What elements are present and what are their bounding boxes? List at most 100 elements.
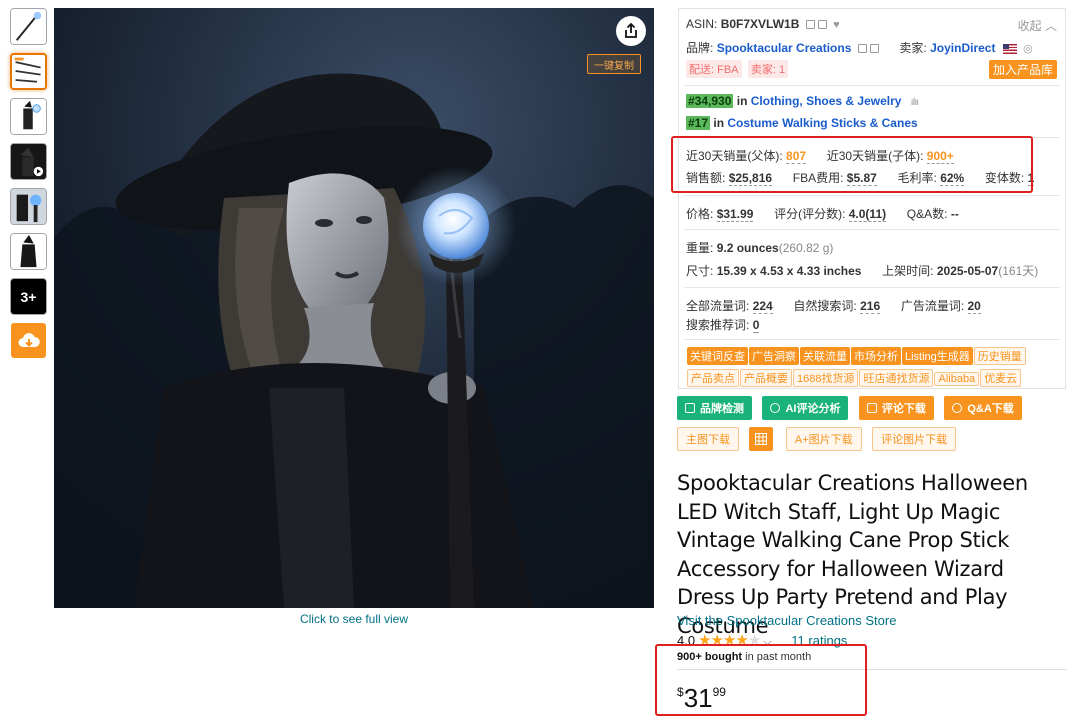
thumb-staff-parts[interactable]	[10, 53, 47, 90]
dimensions-row: 尺寸: 15.39 x 4.53 x 4.33 inches 上架时间: 202…	[686, 262, 1038, 279]
heart-icon[interactable]: ♥	[833, 19, 840, 31]
listed-value: 2025-05-07	[936, 264, 999, 278]
recommend-row: 搜索推荐词: 0	[686, 316, 760, 333]
price-rating-row: 价格: $31.99 评分(评分数): 4.0(11) Q&A数: --	[686, 205, 959, 222]
brand-check-label: 品牌检测	[700, 403, 744, 415]
tool-tag[interactable]: 广告洞察	[749, 347, 799, 365]
qa-label: Q&A数:	[906, 207, 948, 221]
seller-label: 卖家:	[899, 41, 927, 55]
ad-value[interactable]: 20	[967, 299, 981, 314]
main-image-download-button[interactable]: 主图下载	[677, 427, 739, 451]
brand-link[interactable]: Spooktacular Creations	[717, 41, 852, 55]
seller-tool-panel: ASIN: B0F7XVLW1B ♥ 收起 ︿ 品牌: Spooktacular…	[678, 8, 1066, 389]
traffic-all-value[interactable]: 224	[752, 299, 773, 314]
tool-tag[interactable]: 优麦云	[980, 369, 1022, 387]
qa-download-button[interactable]: Q&A下载	[944, 396, 1022, 420]
copy-icon[interactable]	[857, 44, 867, 54]
full-view-link[interactable]: Click to see full view	[54, 612, 654, 626]
share-icon	[625, 22, 637, 38]
brand-label: 品牌:	[686, 41, 714, 55]
copy-image-button[interactable]: 一键复制	[587, 54, 641, 74]
us-flag-icon	[1002, 43, 1017, 54]
tool-tag[interactable]: 产品卖点	[687, 369, 739, 387]
chevron-up-icon: ︿	[1044, 19, 1057, 33]
price-value: $31.99	[716, 207, 754, 222]
price-label: 价格:	[686, 207, 714, 221]
tool-tag[interactable]: 历史销量	[973, 347, 1026, 365]
rank-row-main: #34,930 in Clothing, Shoes & Jewelry ılı…	[686, 94, 919, 108]
pie-chart-icon	[770, 403, 781, 413]
copy-icon[interactable]	[817, 20, 827, 30]
add-to-library-button[interactable]: 加入产品库	[988, 60, 1057, 79]
main-product-image[interactable]: 一键复制	[54, 8, 654, 608]
asin-value: B0F7XVLW1B	[720, 17, 800, 31]
asin-label: ASIN:	[686, 17, 718, 31]
question-icon	[952, 403, 963, 413]
category-link[interactable]: Clothing, Shoes & Jewelry	[751, 94, 902, 108]
rating-value: 4.0(11)	[848, 207, 887, 222]
tool-tag[interactable]: Listing生成器	[902, 347, 973, 365]
subcategory-link[interactable]: Costume Walking Sticks & Canes	[727, 116, 917, 130]
asin-row: ASIN: B0F7XVLW1B ♥	[686, 17, 840, 31]
thumb-more[interactable]: 3+	[10, 278, 47, 315]
qa-download-label: Q&A下载	[967, 403, 1014, 415]
highlight-box-sales	[671, 136, 1033, 193]
calculator-button[interactable]	[749, 427, 774, 451]
thumb-video[interactable]	[10, 143, 47, 180]
organic-label: 自然搜索词:	[793, 299, 857, 313]
listed-label: 上架时间:	[882, 264, 934, 278]
weight-grams: (260.82 g)	[778, 241, 834, 255]
thumb-witch-costume[interactable]	[10, 98, 47, 135]
thumb-witch-full[interactable]	[10, 233, 47, 270]
traffic-all-label: 全部流量词:	[686, 299, 750, 313]
external-link-icon[interactable]	[869, 44, 879, 54]
organic-value[interactable]: 216	[860, 299, 881, 314]
recommend-value[interactable]: 0	[752, 318, 760, 333]
collapse-toggle[interactable]: 收起 ︿	[1018, 17, 1057, 34]
calculator-icon	[755, 433, 768, 445]
qa-value: --	[950, 207, 959, 221]
rank-badge: #17	[686, 116, 711, 130]
weight-value: 9.2 ounces	[716, 241, 779, 255]
tool-tag[interactable]: 市场分析	[851, 347, 901, 365]
tool-tags: 关键词反查 广告洞察 关联流量 市场分析 Listing生成器 历史销量产品卖点 产品概要 1…	[687, 347, 1062, 391]
dims-label: 尺寸:	[686, 264, 714, 278]
review-download-button[interactable]: 评论下载	[858, 396, 934, 420]
ai-review-label: AI评论分析	[785, 403, 841, 415]
thumb-staff-orb[interactable]	[10, 188, 47, 225]
listed-days: (161天)	[998, 264, 1039, 278]
tool-tag[interactable]: 产品概要	[740, 369, 792, 387]
weight-label: 重量:	[686, 241, 714, 255]
aplus-download-button[interactable]: A+图片下载	[785, 427, 862, 451]
collapse-label: 收起	[1017, 19, 1042, 33]
tool-tag[interactable]: Alibaba	[934, 372, 980, 386]
ai-review-button[interactable]: AI评论分析	[762, 396, 849, 420]
brand-check-button[interactable]: 品牌检测	[677, 396, 752, 420]
seller-link[interactable]: JoyinDirect	[930, 41, 995, 55]
bar-chart-icon[interactable]: ılıı	[911, 97, 919, 108]
review-image-download-button[interactable]: 评论图片下载	[872, 427, 957, 451]
download-images-button[interactable]	[11, 323, 46, 358]
dims-value: 15.39 x 4.53 x 4.33 inches	[716, 264, 862, 278]
ad-label: 广告流量词:	[900, 299, 965, 313]
share-button[interactable]	[616, 16, 646, 46]
tool-tag[interactable]: 旺店通找货源	[859, 369, 934, 387]
fulfillment-tags: 配送: FBA 卖家: 1	[686, 60, 791, 78]
recommend-label: 搜索推荐词:	[686, 318, 750, 332]
location-icon: ◎	[1023, 43, 1033, 55]
tool-tag[interactable]: 关联流量	[800, 347, 850, 365]
thumbnail-strip: 3+	[10, 8, 47, 358]
thumb-staff-product[interactable]	[10, 8, 47, 45]
square-icon	[685, 403, 695, 413]
highlight-box-price	[655, 644, 867, 716]
action-row-1: 品牌检测 AI评论分析 评论下载 Q&A下载	[677, 396, 1028, 420]
copy-icon[interactable]	[805, 20, 815, 30]
tool-tag[interactable]: 关键词反查	[687, 347, 748, 365]
rank-in-label: in	[713, 116, 725, 130]
weight-row: 重量: 9.2 ounces(260.82 g)	[686, 239, 833, 256]
store-link[interactable]: Visit the Spooktacular Creations Store	[677, 613, 896, 628]
rank-row-sub: #17 in Costume Walking Sticks & Canes	[686, 116, 918, 130]
tool-tag[interactable]: 1688找货源	[793, 369, 859, 387]
fba-tag: 配送: FBA	[686, 60, 742, 78]
traffic-row: 全部流量词: 224 自然搜索词: 216 广告流量词: 20	[686, 297, 981, 314]
